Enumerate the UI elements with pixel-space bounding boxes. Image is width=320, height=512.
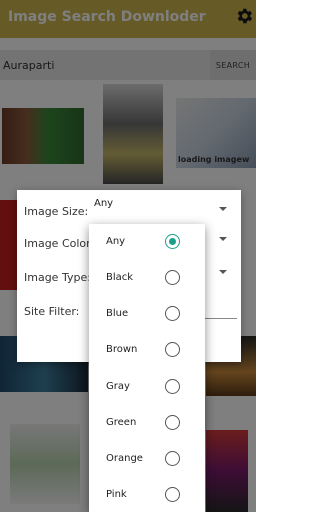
color-option-brown[interactable]: Brown xyxy=(89,332,205,368)
option-label: Pink xyxy=(106,489,127,500)
option-label: Blue xyxy=(106,308,129,319)
image-size-label: Image Size: xyxy=(24,205,89,218)
radio-unselected-icon xyxy=(165,379,180,394)
image-size-value: Any xyxy=(94,198,114,209)
radio-unselected-icon xyxy=(165,415,180,430)
radio-unselected-icon xyxy=(165,270,180,285)
option-label: Brown xyxy=(106,344,138,355)
color-option-any[interactable]: Any xyxy=(89,224,205,260)
radio-unselected-icon xyxy=(165,342,180,357)
image-color-label: Image Color: xyxy=(24,237,95,250)
site-filter-label: Site Filter: xyxy=(24,305,80,318)
color-option-blue[interactable]: Blue xyxy=(89,296,205,332)
option-label: Black xyxy=(106,272,134,283)
option-label: Green xyxy=(106,417,137,428)
color-option-green[interactable]: Green xyxy=(89,405,205,441)
dropdown-arrow-icon[interactable] xyxy=(219,270,227,274)
radio-unselected-icon xyxy=(165,487,180,502)
dropdown-arrow-icon[interactable] xyxy=(219,237,227,241)
radio-unselected-icon xyxy=(165,306,180,321)
option-label: Orange xyxy=(106,453,143,464)
image-size-spinner[interactable]: Any xyxy=(87,196,237,222)
dropdown-arrow-icon xyxy=(219,207,227,211)
radio-selected-icon xyxy=(165,234,180,249)
radio-unselected-icon xyxy=(165,451,180,466)
option-label: Gray xyxy=(106,381,130,392)
option-label: Any xyxy=(106,236,126,247)
color-option-black[interactable]: Black xyxy=(89,260,205,296)
image-type-label: Image Type: xyxy=(24,271,91,284)
color-option-orange[interactable]: Orange xyxy=(89,441,205,477)
color-option-pink[interactable]: Pink xyxy=(89,477,205,512)
color-option-gray[interactable]: Gray xyxy=(89,369,205,405)
image-color-dropdown: Any Black Blue Brown Gray Green Orange P… xyxy=(89,224,205,512)
